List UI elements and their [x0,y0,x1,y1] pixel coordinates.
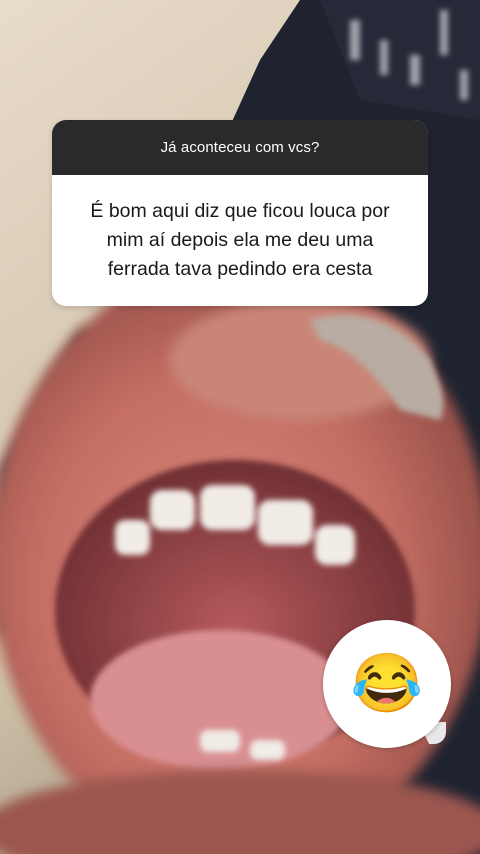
question-header: Já aconteceu com vcs? [52,120,428,175]
question-answer: É bom aqui diz que ficou louca por mim a… [90,200,390,280]
reaction-bubble[interactable]: 😂 [323,620,451,748]
face-with-tears-of-joy-icon: 😂 [350,651,424,716]
question-sticker[interactable]: Já aconteceu com vcs? É bom aqui diz que… [52,120,428,306]
